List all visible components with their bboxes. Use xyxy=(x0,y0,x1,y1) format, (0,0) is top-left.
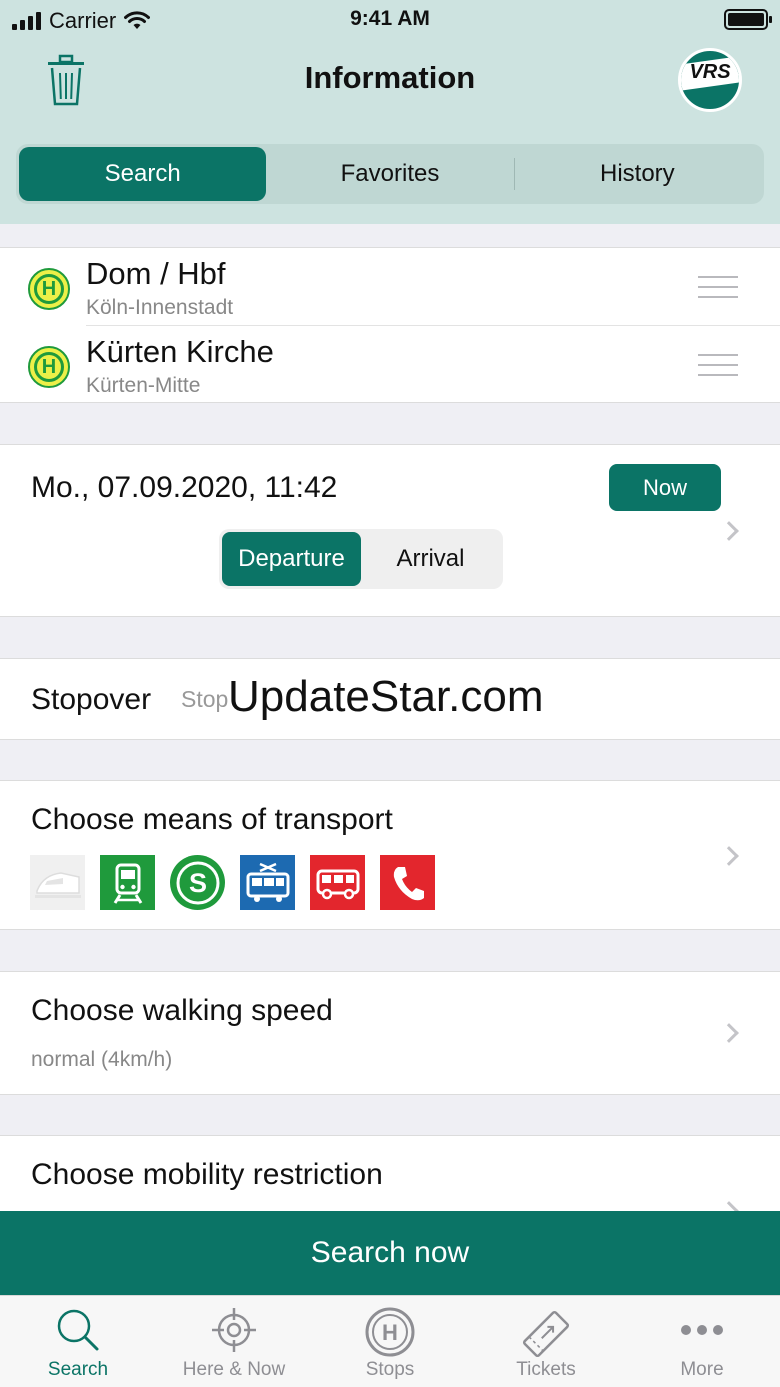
arrival-option[interactable]: Arrival xyxy=(361,532,500,586)
transport-modes: S xyxy=(30,855,435,910)
transport-label: Choose means of transport xyxy=(31,803,393,836)
transport-card[interactable]: Choose means of transport S xyxy=(0,780,780,930)
battery-icon xyxy=(724,9,772,30)
chevron-right-icon xyxy=(719,846,739,866)
status-time: 9:41 AM xyxy=(350,7,430,30)
tab-label: Stops xyxy=(365,1359,415,1380)
now-button[interactable]: Now xyxy=(609,464,721,511)
bus-icon[interactable] xyxy=(310,855,365,910)
stopover-placeholder[interactable]: Stop xyxy=(181,686,231,713)
tram-icon[interactable] xyxy=(240,855,295,910)
segment-control: Search Favorites History xyxy=(16,144,764,204)
segment-search[interactable]: Search xyxy=(19,147,267,201)
watermark-text: UpdateStar.com xyxy=(228,672,544,721)
walking-speed-label: Choose walking speed xyxy=(31,994,333,1027)
tab-label: Here & Now xyxy=(182,1359,286,1380)
tab-label: Tickets xyxy=(516,1359,576,1380)
status-bar: Carrier 9:41 AM xyxy=(0,0,780,40)
svg-text:H: H xyxy=(382,1320,398,1345)
top-header-area: Carrier 9:41 AM Information VRS Search F… xyxy=(0,0,780,224)
more-dots-icon xyxy=(681,1325,723,1335)
reorder-handle-icon[interactable] xyxy=(698,354,738,384)
stop-district: Köln-Innenstadt xyxy=(86,296,234,319)
s-bahn-icon[interactable]: S xyxy=(170,855,225,910)
on-demand-phone-icon[interactable] xyxy=(380,855,435,910)
stop-h-icon: H xyxy=(28,268,70,310)
tab-label: More xyxy=(680,1359,724,1380)
vrs-logo: VRS xyxy=(678,48,742,112)
mobility-restriction-label: Choose mobility restriction xyxy=(31,1158,383,1191)
stopover-card[interactable]: Stopover Stop UpdateStar.com xyxy=(0,658,780,740)
stop-row-origin[interactable]: H Dom / Hbf Köln-Innenstadt xyxy=(0,248,780,326)
tab-stops[interactable]: H Stops xyxy=(312,1296,468,1387)
segment-favorites[interactable]: Favorites xyxy=(266,147,513,201)
chevron-right-icon xyxy=(719,1023,739,1043)
stop-h-icon: H xyxy=(365,1307,415,1357)
chevron-right-icon xyxy=(719,521,739,541)
page-title: Information xyxy=(304,60,476,95)
svg-text:S: S xyxy=(188,868,206,898)
stopover-label: Stopover xyxy=(31,683,152,716)
tab-label: Search xyxy=(47,1359,109,1380)
walking-speed-card[interactable]: Choose walking speed normal (4km/h) xyxy=(0,971,780,1095)
stop-row-destination[interactable]: H Kürten Kirche Kürten-Mitte xyxy=(0,326,780,404)
stop-district: Kürten-Mitte xyxy=(86,374,201,397)
tab-bar: Search Here & Now H Stops Tickets More xyxy=(0,1295,780,1387)
departure-arrival-toggle: Departure Arrival xyxy=(219,529,503,589)
high-speed-train-icon[interactable] xyxy=(30,855,85,910)
tab-tickets[interactable]: Tickets xyxy=(468,1296,624,1387)
datetime-value: Mo., 07.09.2020, 11:42 xyxy=(31,471,338,504)
tab-search[interactable]: Search xyxy=(0,1296,156,1387)
search-now-button[interactable]: Search now xyxy=(0,1211,780,1295)
datetime-card[interactable]: Mo., 07.09.2020, 11:42 Now Departure Arr… xyxy=(0,444,780,617)
vrs-logo-text: VRS xyxy=(689,61,731,83)
stop-name: Dom / Hbf xyxy=(86,256,226,291)
departure-option[interactable]: Departure xyxy=(222,532,361,586)
stop-h-icon: H xyxy=(28,346,70,388)
crosshair-icon xyxy=(212,1308,256,1352)
segment-divider xyxy=(514,158,515,190)
stop-name: Kürten Kirche xyxy=(86,334,274,369)
stops-list: H Dom / Hbf Köln-Innenstadt H Kürten Kir… xyxy=(0,247,780,403)
segment-history[interactable]: History xyxy=(514,147,761,201)
reorder-handle-icon[interactable] xyxy=(698,276,738,306)
tab-here-and-now[interactable]: Here & Now xyxy=(156,1296,312,1387)
regional-train-icon[interactable] xyxy=(100,855,155,910)
walking-speed-value: normal (4km/h) xyxy=(31,1048,173,1071)
ticket-icon xyxy=(522,1310,570,1358)
tab-more[interactable]: More xyxy=(624,1296,780,1387)
magnifier-icon xyxy=(57,1309,99,1351)
